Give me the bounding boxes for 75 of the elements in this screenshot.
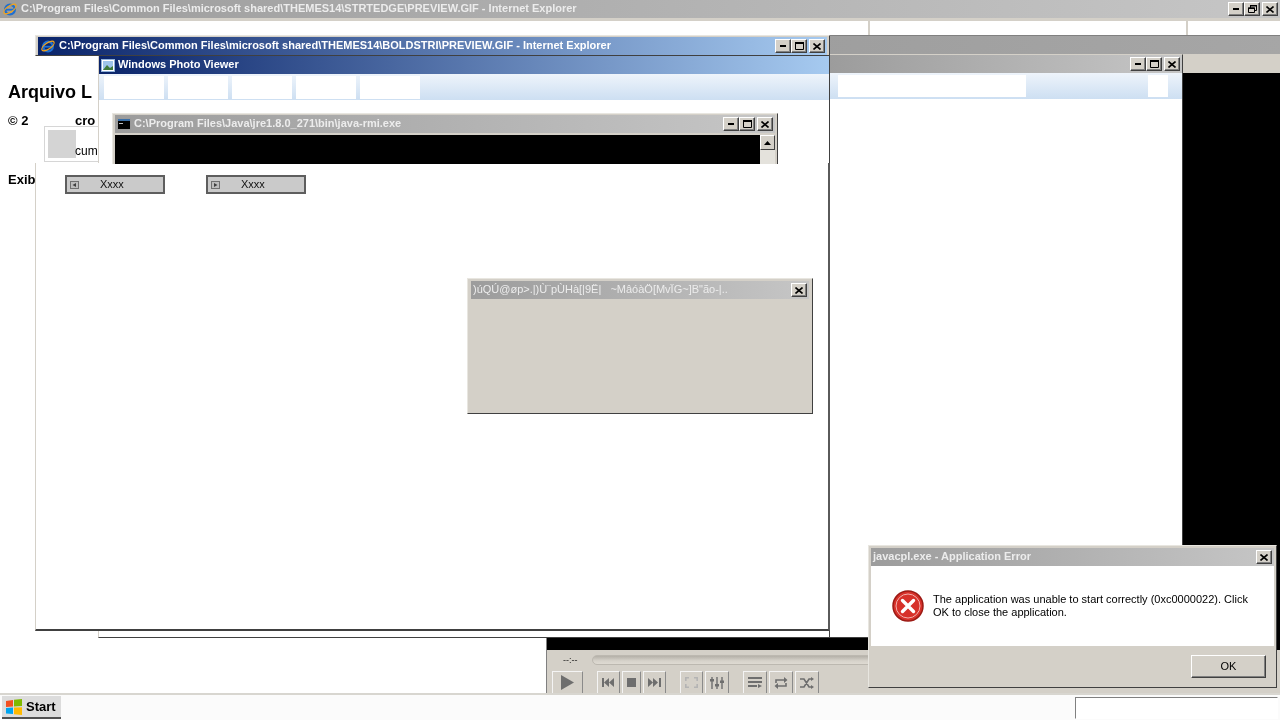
minimize-button[interactable] <box>1228 2 1244 16</box>
maximize-icon <box>742 120 752 128</box>
list-icon <box>748 677 762 688</box>
stop-button[interactable] <box>622 671 641 694</box>
section-label: Exib <box>8 172 36 187</box>
minimize-icon <box>1135 63 1141 65</box>
scroll-up-button[interactable] <box>760 135 775 150</box>
scrollbar[interactable] <box>760 135 775 164</box>
close-icon <box>795 286 803 294</box>
maximize-button[interactable] <box>791 39 807 53</box>
maximize-button[interactable] <box>739 117 755 131</box>
window-title: C:\Program Files\Common Files\microsoft shared\THEMES14\STRTEDGE\PREVIEW.GIF - Internet Explorer <box>21 2 577 16</box>
close-icon <box>1260 553 1268 561</box>
shuffle-icon <box>800 676 814 689</box>
close-button[interactable] <box>1164 57 1180 71</box>
equalizer-button[interactable] <box>705 671 729 694</box>
previous-button[interactable] <box>597 671 620 694</box>
skip-back-icon <box>602 678 615 687</box>
stop-icon <box>627 678 636 687</box>
item-text: cum <box>75 144 98 158</box>
maximize-button[interactable] <box>1146 57 1162 71</box>
error-icon <box>892 590 924 622</box>
skip-forward-icon <box>648 678 661 687</box>
close-button[interactable] <box>1262 2 1278 16</box>
play-icon <box>561 675 574 690</box>
start-button[interactable]: Start <box>2 696 61 719</box>
item-title: cro <box>75 113 96 128</box>
nav-button[interactable]: Xxxx <box>65 175 165 194</box>
error-message: The application was unable to start correctly (0xc0000022). Click OK to close the application. <box>933 593 1249 619</box>
minimize-button[interactable] <box>1130 57 1146 71</box>
close-icon <box>1266 5 1274 13</box>
flag-icon <box>5 698 23 715</box>
close-button[interactable] <box>757 117 773 131</box>
window-title: Windows Photo Viewer <box>118 58 239 72</box>
browser-icon <box>2 1 18 17</box>
close-button[interactable] <box>791 283 807 297</box>
window-title: C:\Program Files\Java\jre1.8.0_271\bin\java-rmi.exe <box>134 117 402 131</box>
close-icon <box>761 120 769 128</box>
close-button[interactable] <box>1256 550 1272 564</box>
next-button[interactable] <box>643 671 666 694</box>
close-icon <box>1168 60 1176 68</box>
image-placeholder <box>48 130 76 158</box>
minimize-button[interactable] <box>723 117 739 131</box>
restore-button[interactable] <box>1244 2 1260 16</box>
minimize-icon <box>1233 8 1239 10</box>
time-display: --:-- <box>563 655 578 665</box>
minimize-button[interactable] <box>775 39 791 53</box>
minimize-icon <box>780 45 786 47</box>
play-button[interactable] <box>552 671 583 694</box>
sliders-icon <box>710 676 724 689</box>
fullscreen-button[interactable] <box>680 671 703 694</box>
playlist-button[interactable] <box>743 671 767 694</box>
maximize-icon <box>794 42 804 50</box>
picture-icon <box>101 58 115 72</box>
window-title: )úQÚ@øp>.|)Ù¨pÙHà[|9Ë| ~MâóàÖ[MvÏG~]B"ão-|.. <box>473 283 728 297</box>
console-icon <box>117 118 131 130</box>
nav-button[interactable]: Xxxx <box>206 175 306 194</box>
copyright-text: © 2 <box>8 113 29 128</box>
right-arrow-icon <box>211 180 220 189</box>
window-title: C:\Program Files\Common Files\microsoft shared\THEMES14\BOLDSTRI\PREVIEW.GIF - Internet Explorer <box>59 39 611 53</box>
loop-icon <box>774 676 788 689</box>
close-icon <box>813 42 821 50</box>
ok-button[interactable]: OK <box>1191 655 1266 678</box>
loop-button[interactable] <box>769 671 793 694</box>
close-button[interactable] <box>809 39 825 53</box>
maximize-icon <box>1149 60 1159 68</box>
shuffle-button[interactable] <box>795 671 819 694</box>
restore-icon <box>1247 5 1257 13</box>
browser-icon <box>40 38 56 54</box>
window-title: javacpl.exe - Application Error <box>873 550 1031 564</box>
fullscreen-icon <box>685 677 698 688</box>
minimize-icon <box>728 123 734 125</box>
page-heading: Arquivo L <box>8 81 92 103</box>
up-triangle-icon <box>764 140 771 145</box>
left-arrow-icon <box>70 180 79 189</box>
